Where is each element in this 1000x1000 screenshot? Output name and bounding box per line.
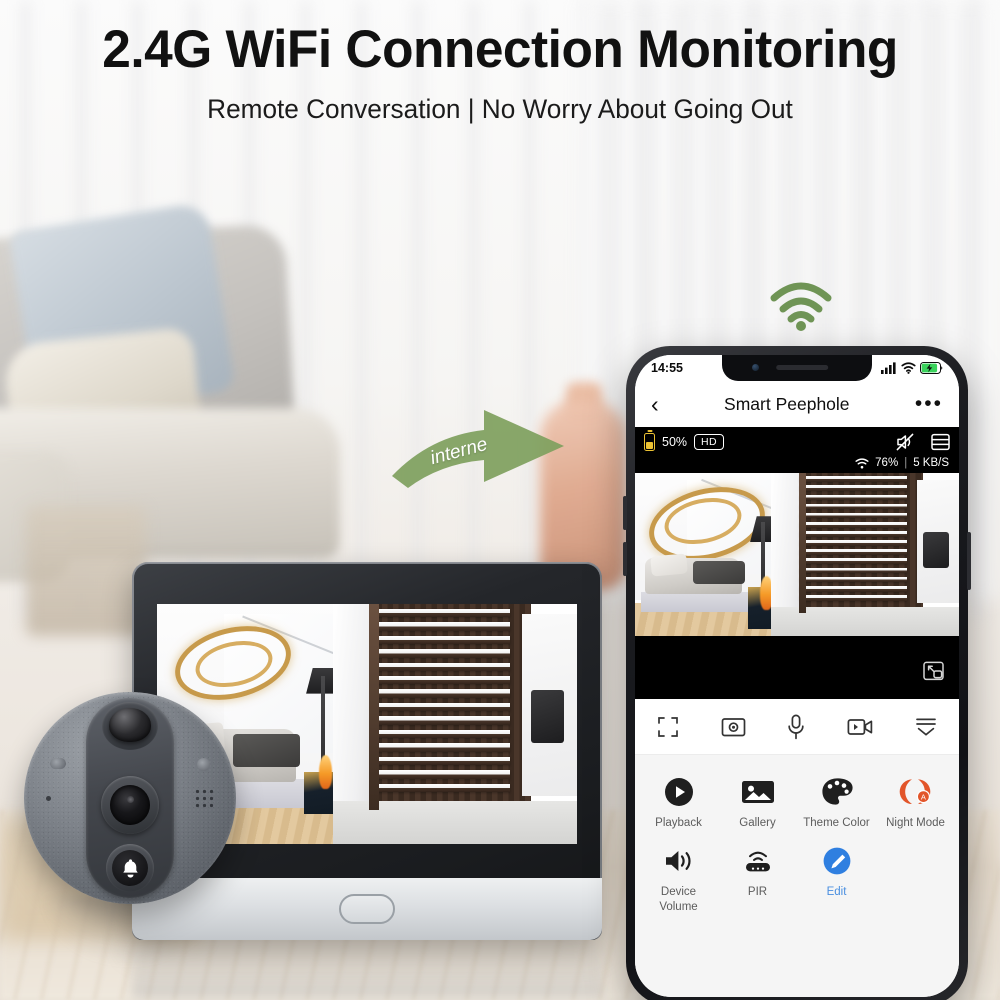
back-chevron-icon[interactable]: ‹ (651, 392, 659, 416)
video-overlay-top: 50% HD (635, 427, 959, 457)
split-layout-icon[interactable] (931, 433, 950, 451)
battery-charging-icon (920, 362, 943, 374)
night-mode-label: Night Mode (886, 817, 945, 829)
quality-badge[interactable]: HD (694, 434, 724, 450)
headings-block: 2.4G WiFi Connection Monitoring Remote C… (0, 22, 1000, 125)
network-status: 76% | 5 KB/S (855, 457, 949, 469)
video-toolbar (635, 699, 959, 755)
bell-icon (122, 859, 138, 878)
playback-button[interactable]: Playback (639, 770, 718, 835)
theme-color-label: Theme Color (803, 817, 870, 829)
more-options-icon[interactable]: ••• (915, 393, 943, 413)
night-mode-button[interactable]: A Night Mode (876, 770, 955, 835)
light-sensor-left (50, 758, 66, 769)
volume-up-button[interactable] (623, 496, 627, 530)
page-title: 2.4G WiFi Connection Monitoring (102, 20, 898, 79)
video-record-icon[interactable] (847, 717, 873, 737)
wifi-icon (901, 362, 916, 374)
pir-dome-sensor (109, 708, 151, 742)
collapse-chevron-icon[interactable] (914, 716, 938, 738)
speaker-volume-icon (663, 844, 695, 878)
power-button[interactable] (967, 532, 971, 590)
theme-palette-icon (821, 775, 853, 809)
gallery-label: Gallery (739, 817, 776, 829)
device-volume-button[interactable]: Device Volume (639, 839, 718, 919)
pir-button[interactable]: PIR (718, 839, 797, 919)
device-battery-icon (644, 433, 655, 451)
phone-notch (722, 355, 872, 381)
wifi-strength-icon (855, 457, 869, 468)
net-divider: | (904, 457, 908, 469)
video-player[interactable]: 50% HD 76% | 5 KB/S (635, 427, 959, 699)
volume-down-button[interactable] (623, 542, 627, 576)
home-button[interactable] (339, 894, 395, 924)
page-subtitle: Remote Conversation | No Worry About Goi… (207, 93, 793, 124)
wifi-signal-icon (766, 276, 836, 337)
smart-peephole-camera (24, 692, 236, 904)
phone-screen: 14:55 ‹ Smart Peephole ••• 50% HD 76% | … (635, 355, 959, 997)
night-mode-icon: A (898, 775, 934, 809)
speaker-grille (194, 788, 216, 810)
playback-label: Playback (655, 817, 702, 829)
room-scene-phone (635, 473, 959, 636)
function-grid: Playback Gallery Theme Color A Night Mod… (635, 755, 959, 997)
camera-snapshot-icon[interactable] (721, 716, 746, 738)
camera-lens (110, 785, 150, 825)
cellular-signal-icon (881, 362, 896, 374)
live-video-feed (635, 473, 959, 636)
lens-glint (127, 796, 134, 803)
status-time: 14:55 (651, 361, 683, 375)
staircase (371, 608, 510, 801)
edit-label: Edit (826, 886, 847, 899)
doorbell-button[interactable] (112, 850, 148, 886)
front-camera (752, 364, 759, 371)
gallery-button[interactable]: Gallery (718, 770, 797, 835)
picture-in-picture-icon[interactable] (923, 661, 945, 686)
fullscreen-brackets-icon[interactable] (656, 715, 680, 739)
side-table (26, 506, 146, 636)
bitrate-label: 5 KB/S (913, 457, 949, 469)
device-battery-label: 50% (662, 435, 688, 449)
pir-sensor-icon (741, 844, 775, 878)
speaker-muted-icon[interactable] (896, 433, 916, 451)
earpiece-speaker (776, 365, 829, 370)
wifi-percent-label: 76% (875, 457, 899, 469)
internet-arrow: interne (392, 402, 570, 495)
app-title: Smart Peephole (724, 393, 850, 414)
playback-play-icon (663, 775, 695, 809)
smartphone: 14:55 ‹ Smart Peephole ••• 50% HD 76% | … (623, 346, 971, 1000)
pir-label: PIR (747, 886, 768, 899)
app-bar: ‹ Smart Peephole ••• (635, 381, 959, 427)
edit-button[interactable]: Edit (797, 839, 876, 919)
device-volume-label: Device Volume (659, 886, 698, 913)
microphone-icon[interactable] (787, 714, 805, 740)
light-sensor-right (197, 758, 210, 771)
svg-text:A: A (920, 793, 925, 802)
edit-pencil-icon (821, 844, 853, 878)
microphone (46, 796, 51, 801)
theme-color-button[interactable]: Theme Color (797, 770, 876, 835)
gallery-image-icon (741, 775, 775, 809)
